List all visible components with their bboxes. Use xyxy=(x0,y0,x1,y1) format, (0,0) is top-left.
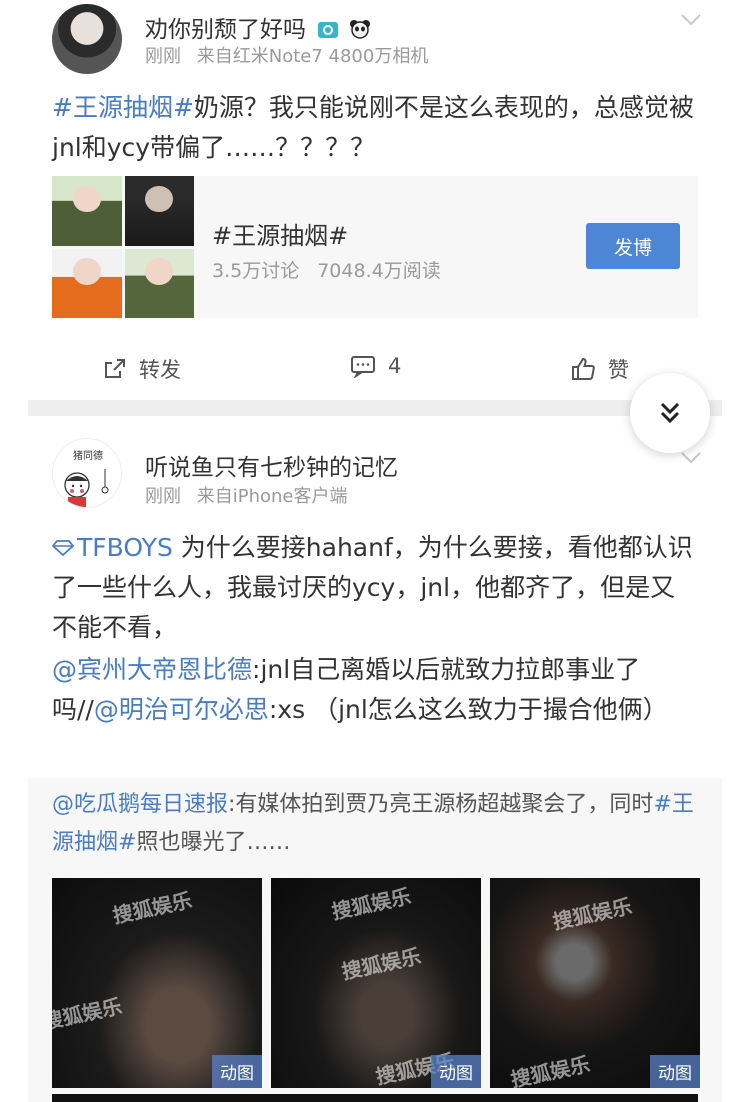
comment-count: 4 xyxy=(388,354,402,378)
watermark: 搜狐娱乐 xyxy=(508,1051,592,1088)
mention-link[interactable]: @吃瓜鹅每日速报 xyxy=(52,792,228,817)
watermark: 搜狐娱乐 xyxy=(52,993,124,1035)
topic-stats: 3.5万讨论 7048.4万阅读 xyxy=(212,256,441,283)
topic-thumbnail xyxy=(52,176,122,246)
mention-link[interactable]: @宾州大帝恩比德 xyxy=(52,655,252,684)
scroll-down-button[interactable] xyxy=(630,373,710,453)
topic-thumbnail xyxy=(124,176,194,246)
gif-thumbnail[interactable]: 搜狐娱乐 搜狐娱乐 搜狐娱乐 动图 xyxy=(271,878,481,1088)
quoted-text: @吃瓜鹅每日速报:有媒体拍到贾乃亮王源杨超越聚会了，同时#王源抽烟#照也曝光了…… xyxy=(52,786,702,862)
like-label: 赞 xyxy=(608,358,629,382)
double-chevron-down-icon xyxy=(660,402,680,424)
repost-label: 转发 xyxy=(139,358,181,382)
feed-divider xyxy=(28,400,722,416)
weibo-post: 劝你别颓了好吗 刚刚 来自红米Note7 4800万相机 #王源抽烟#奶源？我只… xyxy=(0,0,750,400)
post-text: #王源抽烟#奶源？我只能说刚不是这么表现的，总感觉被jnl和ycy带偏了……？？… xyxy=(52,88,698,168)
diamond-icon xyxy=(51,540,75,557)
topic-thumbnail xyxy=(124,248,194,318)
topic-thumbnail xyxy=(52,248,122,318)
repost-icon xyxy=(105,359,125,378)
watermark: 搜狐娱乐 xyxy=(339,943,423,985)
post-source: 来自iPhone客户端 xyxy=(196,486,348,507)
camera-badge-icon xyxy=(317,19,339,39)
topic-title: #王源抽烟# xyxy=(212,222,349,250)
supertopic-name[interactable]: TFBOYS xyxy=(77,533,173,562)
gif-badge: 动图 xyxy=(212,1055,262,1088)
next-row-edge xyxy=(52,1094,698,1102)
repost-button[interactable]: 转发 xyxy=(103,354,181,384)
mention-link[interactable]: @明治可尔必思 xyxy=(94,695,269,724)
post-source: 来自红米Note7 4800万相机 xyxy=(196,46,429,67)
thumbs-up-icon xyxy=(572,357,595,380)
repost-chain: @宾州大帝恩比德:jnl自己离婚以后就致力拉郎事业了吗//@明治可尔必思:xs … xyxy=(52,650,698,730)
watermark: 搜狐娱乐 xyxy=(329,883,413,925)
avatar[interactable] xyxy=(52,4,122,74)
username[interactable]: 听说鱼只有七秒钟的记忆 xyxy=(145,448,398,482)
gif-thumbnail[interactable]: 搜狐娱乐 搜狐娱乐 动图 xyxy=(490,878,700,1088)
gif-thumbnail[interactable]: 搜狐娱乐 搜狐娱乐 动图 xyxy=(52,878,262,1088)
repost-comment: :xs （jnl怎么这么致力于撮合他俩） xyxy=(268,695,668,724)
topic-link[interactable]: #王源抽烟# xyxy=(52,93,194,122)
avatar[interactable]: 猪同德 xyxy=(52,438,122,508)
quoted-body: 照也曝光了…… xyxy=(136,830,291,855)
quoted-body: :有媒体拍到贾乃亮王源杨超越聚会了，同时 xyxy=(228,792,654,817)
username[interactable]: 劝你别颓了好吗 xyxy=(145,10,371,44)
like-button[interactable]: 赞 xyxy=(570,354,629,384)
post-meta: 刚刚 来自红米Note7 4800万相机 xyxy=(145,42,428,68)
post-time: 刚刚 xyxy=(145,486,181,507)
topic-discussions: 3.5万讨论 xyxy=(212,260,300,282)
topic-cover-grid xyxy=(52,176,194,318)
gif-badge: 动图 xyxy=(431,1055,481,1088)
quoted-post[interactable]: @吃瓜鹅每日速报:有媒体拍到贾乃亮王源杨超越聚会了，同时#王源抽烟#照也曝光了…… xyxy=(28,778,722,1102)
avatar-text: 猪同德 xyxy=(73,449,103,462)
post-meta: 刚刚 来自iPhone客户端 xyxy=(145,482,348,508)
chevron-down-icon[interactable] xyxy=(680,8,702,32)
watermark: 搜狐娱乐 xyxy=(110,887,194,929)
post-time: 刚刚 xyxy=(145,46,181,67)
supertopic-link[interactable]: TFBOYS xyxy=(51,533,173,562)
weibo-post: 猪同德 听说鱼只有七秒钟的记忆 刚刚 来自iPhone客户端 TFBOYS 为什… xyxy=(0,416,750,1102)
topic-reads: 7048.4万阅读 xyxy=(317,260,441,282)
photo-grid: 搜狐娱乐 搜狐娱乐 动图 搜狐娱乐 搜狐娱乐 搜狐娱乐 动图 搜狐娱乐 搜狐娱乐… xyxy=(52,878,700,1088)
panda-badge-icon xyxy=(349,19,371,39)
comment-icon xyxy=(351,356,375,378)
post-topic-button[interactable]: 发博 xyxy=(586,223,680,269)
gif-badge: 动图 xyxy=(650,1055,700,1088)
comment-button[interactable]: 4 xyxy=(350,354,401,378)
topic-card[interactable]: #王源抽烟# 3.5万讨论 7048.4万阅读 发博 xyxy=(52,176,698,318)
post-text: TFBOYS 为什么要接hahanf，为什么要接，看他都认识了一些什么人，我最讨… xyxy=(51,528,698,648)
watermark: 搜狐娱乐 xyxy=(550,893,634,935)
